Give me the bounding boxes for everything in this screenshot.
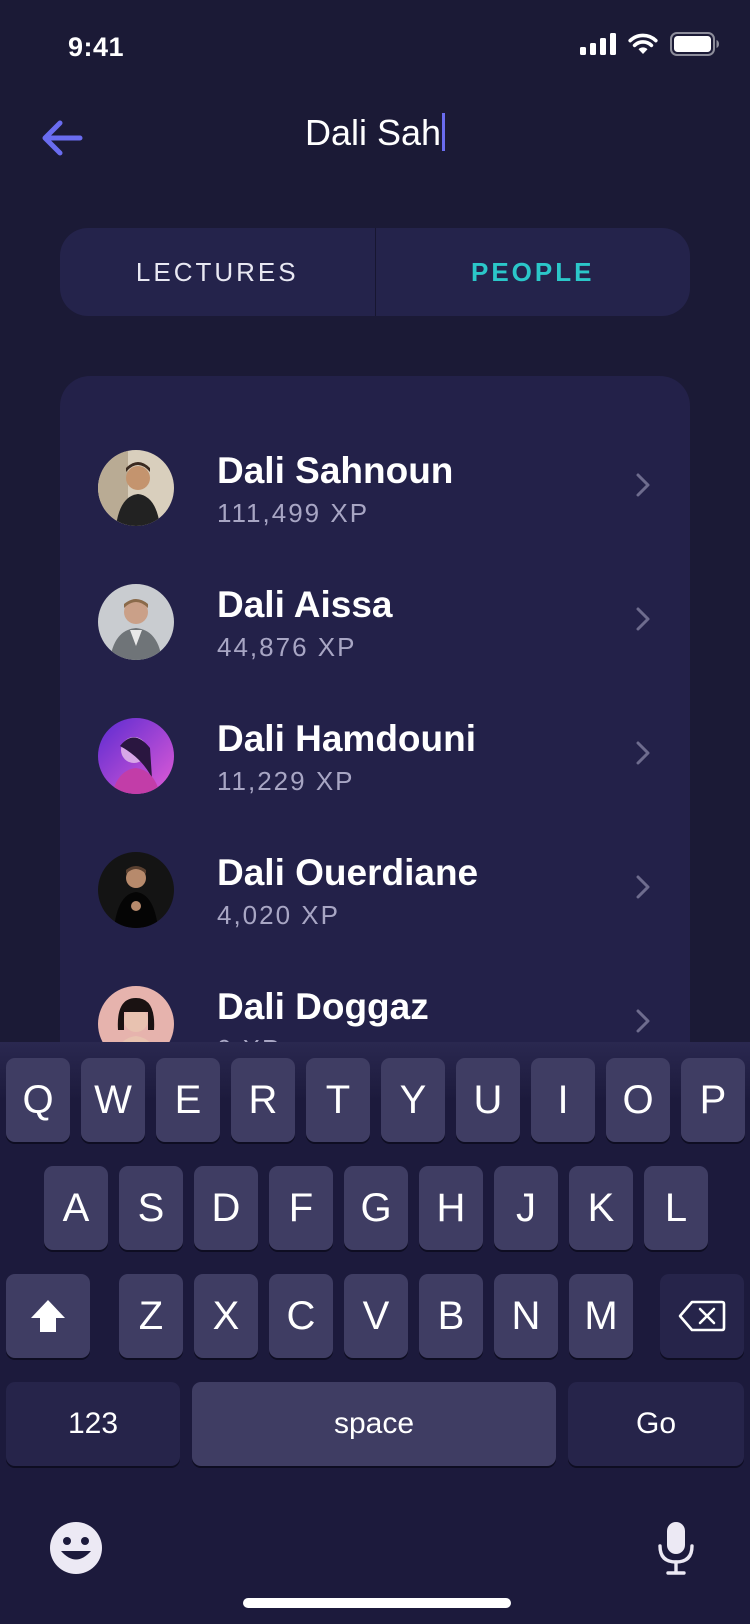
person-name: Dali Aissa [217, 584, 393, 625]
person-xp: 111,499 XP [217, 498, 370, 528]
text-cursor [442, 113, 446, 151]
tab-lectures[interactable]: LECTURES [60, 228, 375, 316]
list-item[interactable]: Dali Sahnoun 111,499 XP [60, 430, 690, 550]
key-y[interactable]: Y [381, 1058, 445, 1142]
key-l[interactable]: L [644, 1166, 708, 1250]
key-e[interactable]: E [156, 1058, 220, 1142]
numbers-key[interactable]: 123 [6, 1382, 180, 1466]
microphone-icon[interactable] [656, 1520, 696, 1576]
search-query-text: Dali Sah [304, 112, 442, 153]
key-g[interactable]: G [344, 1166, 408, 1250]
key-w[interactable]: W [81, 1058, 145, 1142]
chevron-right-icon [636, 473, 650, 497]
person-name: Dali Hamdouni [217, 718, 477, 759]
search-input[interactable]: Dali Sah [0, 112, 750, 154]
list-item[interactable]: Dali Ouerdiane 4,020 XP [60, 832, 690, 952]
backspace-key[interactable] [660, 1274, 744, 1358]
key-s[interactable]: S [119, 1166, 183, 1250]
key-u[interactable]: U [456, 1058, 520, 1142]
chevron-right-icon [636, 607, 650, 631]
key-n[interactable]: N [494, 1274, 558, 1358]
key-k[interactable]: K [569, 1166, 633, 1250]
chevron-right-icon [636, 741, 650, 765]
key-m[interactable]: M [569, 1274, 633, 1358]
person-xp: 4,020 XP [217, 900, 340, 930]
list-item[interactable]: Dali Aissa 44,876 XP [60, 564, 690, 684]
search-screen: 9:41 Dali Sah LECTURES PEOPLE Dali Sahno… [0, 0, 750, 1624]
go-key[interactable]: Go [568, 1382, 744, 1466]
key-a[interactable]: A [44, 1166, 108, 1250]
shift-icon [31, 1300, 65, 1332]
key-t[interactable]: T [306, 1058, 370, 1142]
signal-icon [580, 33, 616, 55]
key-f[interactable]: F [269, 1166, 333, 1250]
key-h[interactable]: H [419, 1166, 483, 1250]
segmented-tabs: LECTURES PEOPLE [60, 228, 690, 316]
space-key[interactable]: space [192, 1382, 556, 1466]
person-name: Dali Sahnoun [217, 450, 454, 491]
key-o[interactable]: O [606, 1058, 670, 1142]
person-xp: 11,229 XP [217, 766, 355, 796]
key-d[interactable]: D [194, 1166, 258, 1250]
key-c[interactable]: C [269, 1274, 333, 1358]
tab-people[interactable]: PEOPLE [376, 228, 691, 316]
home-indicator [243, 1598, 511, 1608]
key-x[interactable]: X [194, 1274, 258, 1358]
people-results-list: Dali Sahnoun 111,499 XP Dali Aissa 44,87… [60, 376, 690, 1076]
key-v[interactable]: V [344, 1274, 408, 1358]
emoji-icon[interactable] [48, 1520, 104, 1576]
person-name: Dali Doggaz [217, 986, 429, 1027]
key-q[interactable]: Q [6, 1058, 70, 1142]
shift-key[interactable] [6, 1274, 90, 1358]
avatar [98, 450, 174, 526]
avatar [98, 718, 174, 794]
chevron-right-icon [636, 875, 650, 899]
backspace-icon [678, 1300, 726, 1332]
status-icons [580, 32, 720, 56]
key-z[interactable]: Z [119, 1274, 183, 1358]
battery-icon [670, 32, 719, 56]
person-name: Dali Ouerdiane [217, 852, 479, 893]
key-b[interactable]: B [419, 1274, 483, 1358]
avatar [98, 584, 174, 660]
key-j[interactable]: J [494, 1166, 558, 1250]
status-time: 9:41 [68, 32, 125, 62]
wifi-icon [628, 33, 658, 54]
person-xp: 44,876 XP [217, 632, 357, 662]
avatar [98, 852, 174, 928]
key-p[interactable]: P [681, 1058, 745, 1142]
list-item[interactable]: Dali Hamdouni 11,229 XP [60, 698, 690, 818]
key-i[interactable]: I [531, 1058, 595, 1142]
chevron-right-icon [636, 1009, 650, 1033]
on-screen-keyboard: Q W E R T Y U I O P A S D F G H J K L Z … [0, 1042, 750, 1624]
key-r[interactable]: R [231, 1058, 295, 1142]
